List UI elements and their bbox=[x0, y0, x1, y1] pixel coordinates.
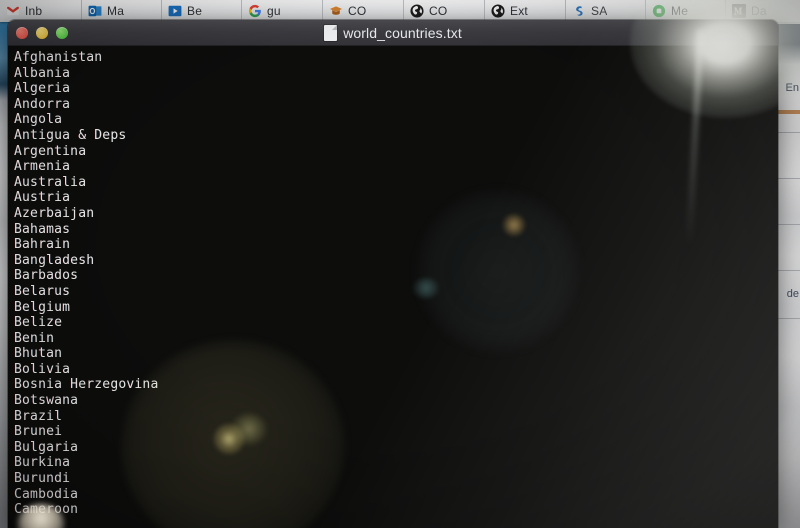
country-line: Bangladesh bbox=[14, 252, 95, 268]
country-line: Brazil bbox=[14, 408, 63, 424]
country-line: Angola bbox=[14, 112, 63, 128]
country-line: Albania bbox=[14, 65, 71, 81]
country-line: Andorra bbox=[14, 96, 71, 112]
country-line: Bhutan bbox=[14, 346, 63, 362]
browser-tab-1[interactable]: Inb bbox=[0, 0, 82, 22]
country-line: Bolivia bbox=[14, 361, 71, 377]
country-line: Belize bbox=[14, 315, 63, 331]
country-line: Argentina bbox=[14, 143, 87, 159]
browser-tab-label: CO bbox=[429, 4, 448, 18]
globe-icon bbox=[491, 4, 505, 18]
swirl-s-icon bbox=[572, 4, 586, 18]
browser-tab-2[interactable]: Ma bbox=[82, 0, 162, 22]
green-circle-icon bbox=[652, 4, 666, 18]
screenshot-root: En de InbMaBeguCOCOExtSAMeDaDaWFe world_… bbox=[0, 0, 800, 528]
browser-tab-label: CO bbox=[348, 4, 367, 18]
browser-tab-label: Me bbox=[671, 4, 689, 18]
browser-tab-label: Ma bbox=[107, 4, 125, 18]
globe-icon bbox=[410, 4, 424, 18]
country-line: Cameroon bbox=[14, 502, 79, 518]
minimize-button[interactable] bbox=[36, 26, 48, 39]
outlook-icon bbox=[88, 4, 102, 18]
window-title: world_countries.txt bbox=[343, 24, 462, 41]
browser-tab-label: Ext bbox=[510, 4, 528, 18]
country-line: Australia bbox=[14, 174, 87, 190]
country-line: Belarus bbox=[14, 283, 71, 299]
medium-m-icon bbox=[732, 4, 746, 18]
country-line: Bahamas bbox=[14, 221, 71, 237]
video-player-icon bbox=[168, 4, 182, 18]
country-line: Benin bbox=[14, 330, 55, 346]
browser-tab-4[interactable]: gu bbox=[242, 0, 323, 22]
country-line: Bahrain bbox=[14, 237, 71, 253]
browser-tab-3[interactable]: Be bbox=[162, 0, 242, 22]
country-line: Bosnia Herzegovina bbox=[14, 377, 159, 393]
country-line: Austria bbox=[14, 190, 71, 206]
close-button[interactable] bbox=[16, 26, 28, 39]
google-icon bbox=[248, 4, 262, 18]
window-title-bar[interactable]: world_countries.txt bbox=[8, 20, 778, 46]
browser-tab-label: Be bbox=[187, 4, 203, 18]
browser-tab-label: Da bbox=[751, 4, 767, 18]
browser-tab-6[interactable]: CO bbox=[404, 0, 485, 22]
country-list: Afghanistan Albania Algeria Andorra Angola An… bbox=[8, 46, 778, 518]
country-line: Azerbaijan bbox=[14, 205, 95, 221]
country-line: Algeria bbox=[14, 81, 71, 97]
country-line: Cambodia bbox=[14, 486, 79, 502]
browser-tab-10[interactable]: Da bbox=[726, 0, 800, 22]
window-controls[interactable] bbox=[8, 26, 68, 39]
text-editor-window[interactable]: world_countries.txt Afghanistan Albania Al… bbox=[8, 20, 778, 528]
country-line: Armenia bbox=[14, 159, 71, 175]
country-line: Brunei bbox=[14, 424, 63, 440]
browser-tab-9[interactable]: Me bbox=[646, 0, 726, 22]
browser-tab-label: gu bbox=[267, 4, 281, 18]
country-line: Afghanistan bbox=[14, 50, 103, 65]
country-line: Belgium bbox=[14, 299, 71, 315]
country-line: Burundi bbox=[14, 471, 71, 487]
country-line: Barbados bbox=[14, 268, 79, 284]
browser-tab-bar[interactable]: InbMaBeguCOCOExtSAMeDaDaWFe bbox=[0, 0, 800, 22]
browser-tab-5[interactable]: CO bbox=[323, 0, 404, 22]
graduation-cap-icon bbox=[329, 4, 343, 18]
country-line: Antigua & Deps bbox=[14, 127, 127, 143]
country-line: Bulgaria bbox=[14, 439, 79, 455]
text-document-icon bbox=[324, 24, 338, 41]
editor-text-area[interactable]: Afghanistan Albania Algeria Andorra Angola An… bbox=[8, 46, 778, 528]
gmail-icon bbox=[6, 4, 20, 18]
window-title-group: world_countries.txt bbox=[8, 24, 778, 41]
maximize-button[interactable] bbox=[56, 26, 68, 39]
browser-tab-7[interactable]: Ext bbox=[485, 0, 566, 22]
country-line: Burkina bbox=[14, 455, 71, 471]
background-right-text-fragment: de bbox=[786, 288, 799, 300]
background-right-text-fragment: En bbox=[785, 82, 799, 94]
browser-tab-8[interactable]: SA bbox=[566, 0, 646, 22]
browser-tab-label: Inb bbox=[25, 4, 43, 18]
browser-tab-label: SA bbox=[591, 4, 608, 18]
country-line: Botswana bbox=[14, 393, 79, 409]
